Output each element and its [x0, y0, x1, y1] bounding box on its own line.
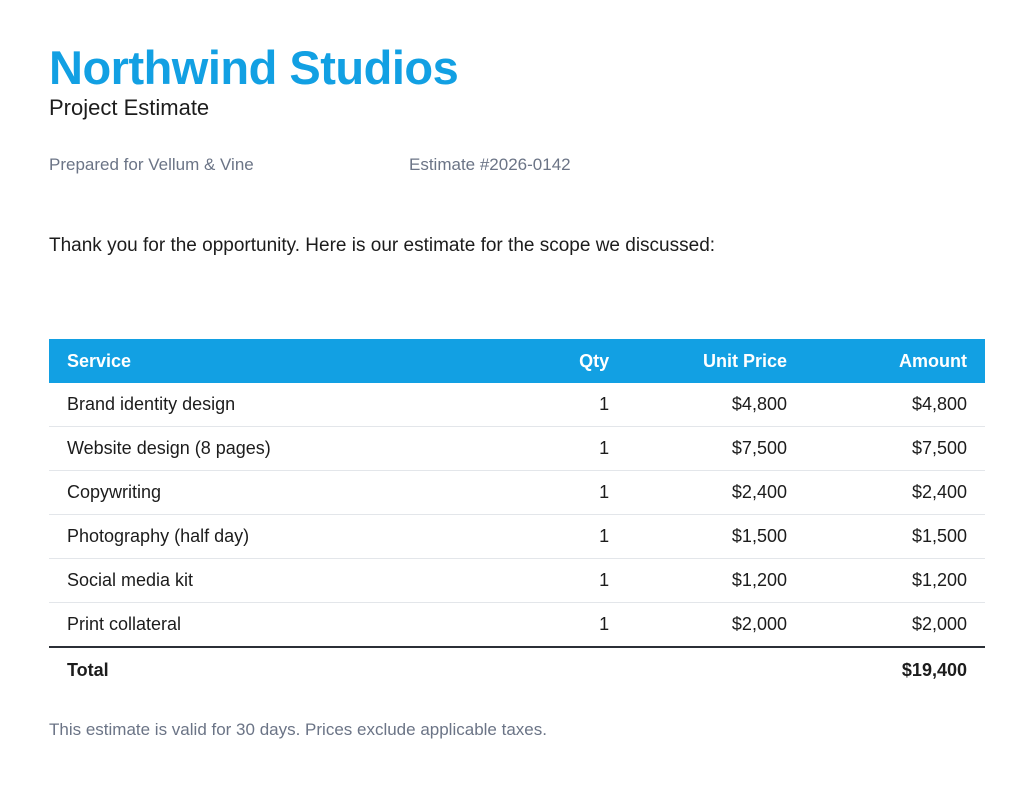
service-cell: Brand identity design — [49, 383, 520, 427]
total-amount: $19,400 — [901, 659, 967, 680]
service-cell: Social media kit — [49, 558, 520, 603]
company-name: Northwind Studios — [49, 41, 459, 94]
amount-cell: $2,400 — [804, 470, 985, 515]
total-qty-empty — [519, 647, 627, 692]
amount-cell: $7,500 — [804, 426, 985, 471]
service-cell: Photography (half day) — [49, 514, 520, 559]
table-row: Print collateral 1 $2,000 $2,000 — [49, 602, 985, 648]
table-row: Brand identity design 1 $4,800 $4,800 — [49, 383, 985, 427]
amount-cell: $4,800 — [804, 383, 985, 427]
intro-text: Thank you for the opportunity. Here is o… — [49, 235, 716, 256]
validity-note: This estimate is valid for 30 days. Pric… — [49, 720, 547, 739]
qty-cell: 1 — [519, 470, 628, 515]
amount-cell: $1,200 — [804, 558, 985, 603]
qty-cell: 1 — [519, 602, 628, 648]
estimate-meta: Prepared for Vellum & Vine Estimate #202… — [49, 154, 571, 176]
service-cell: Website design (8 pages) — [49, 426, 520, 471]
unit-price-cell: $1,200 — [627, 558, 805, 603]
column-header-amount: Amount — [899, 350, 967, 371]
estimate-table: Service Qty Unit Price Amount Brand iden… — [49, 339, 985, 692]
column-header-unit-price: Unit Price — [702, 350, 787, 371]
unit-price-cell: $2,400 — [627, 470, 805, 515]
unit-price-cell: $4,800 — [627, 383, 805, 427]
unit-price-cell: $1,500 — [627, 514, 805, 559]
total-row: Total $19,400 — [49, 647, 985, 692]
total-unit-empty — [627, 647, 805, 692]
table-row: Social media kit 1 $1,200 $1,200 — [49, 558, 985, 603]
unit-price-cell: $7,500 — [627, 426, 805, 471]
amount-cell: $2,000 — [804, 602, 985, 648]
column-header-qty: Qty — [579, 350, 610, 371]
unit-price-cell: $2,000 — [627, 602, 805, 648]
service-cell: Copywriting — [49, 470, 520, 515]
qty-cell: 1 — [519, 558, 628, 603]
document-title: Project Estimate — [49, 95, 210, 120]
amount-cell: $1,500 — [804, 514, 985, 559]
prepared-for: Prepared for Vellum & Vine — [49, 155, 254, 174]
qty-cell: 1 — [519, 514, 628, 559]
total-label: Total — [67, 659, 109, 680]
table-row: Website design (8 pages) 1 $7,500 $7,500 — [49, 426, 985, 471]
estimate-number: Estimate #2026-0142 — [409, 155, 571, 174]
column-header-service: Service — [67, 350, 132, 371]
table-row: Copywriting 1 $2,400 $2,400 — [49, 470, 985, 515]
service-cell: Print collateral — [49, 602, 520, 648]
qty-cell: 1 — [519, 426, 628, 471]
table-row: Photography (half day) 1 $1,500 $1,500 — [49, 514, 985, 559]
qty-cell: 1 — [519, 383, 628, 427]
table-header-row: Service Qty Unit Price Amount — [49, 339, 985, 383]
